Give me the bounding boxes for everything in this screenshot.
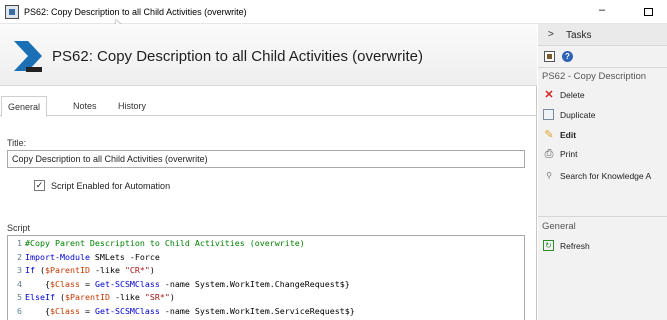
code-token: If xyxy=(25,265,35,275)
code-line: 1 #Copy Parent Description to Child Activ… xyxy=(8,238,305,249)
code-token: $ParentID xyxy=(64,292,110,302)
script-editor[interactable]: 1 #Copy Parent Description to Child Activ… xyxy=(7,235,525,320)
search-icon: ⚲ xyxy=(546,171,552,180)
code-token: $ParentID xyxy=(45,265,90,275)
refresh-icon: ↻ xyxy=(543,240,554,251)
task-delete[interactable]: ✕ Delete xyxy=(538,86,667,104)
line-number: 1 xyxy=(17,238,22,248)
task-label: Duplicate xyxy=(560,110,596,120)
code-token: Get-SCSMClass xyxy=(94,305,160,316)
form-heading: PS62: Copy Description to all Child Acti… xyxy=(52,48,423,65)
script-enabled-checkbox[interactable]: ✓ xyxy=(34,180,45,191)
code-line: 5 ElseIf ($ParentID -like "SR*") xyxy=(8,292,175,303)
code-token: { xyxy=(25,278,50,289)
code-token: -like xyxy=(109,292,145,302)
code-token: Get-SCSMClass xyxy=(94,278,160,289)
tasks-title: Tasks xyxy=(566,30,592,41)
task-search-knowledge[interactable]: ⚲ Search for Knowledge A xyxy=(538,167,667,185)
code-token: -like xyxy=(89,265,125,275)
maximize-button[interactable] xyxy=(644,8,653,16)
task-duplicate[interactable]: Duplicate xyxy=(538,106,667,124)
code-token: $Class xyxy=(49,305,80,316)
line-number: 6 xyxy=(17,305,22,316)
code-token: ) xyxy=(149,265,155,275)
app-icon xyxy=(5,5,19,19)
code-token: ( xyxy=(54,292,65,302)
task-label: Edit xyxy=(560,130,577,140)
task-section-title: PS62 - Copy Description xyxy=(542,71,647,82)
code-line: 6 {$Class = Get-SCSMClass -name System.W… xyxy=(8,306,355,317)
task-label: Delete xyxy=(560,90,585,100)
line-number: 5 xyxy=(17,292,22,302)
general-section-title: General xyxy=(542,221,576,232)
duplicate-icon xyxy=(543,109,554,120)
line-number: 3 xyxy=(17,265,22,275)
code-token: "CR*" xyxy=(124,265,150,275)
toolbar-divider xyxy=(538,67,667,68)
window-titlebar: PS62: Copy Description to all Child Acti… xyxy=(0,0,667,33)
line-number: 2 xyxy=(17,251,22,262)
code-token: ElseIf xyxy=(25,292,55,302)
code-token: $Class xyxy=(49,278,80,289)
help-icon[interactable]: ? xyxy=(562,51,573,62)
task-label: Search for Knowledge A xyxy=(560,171,652,181)
code-token: Import-Module xyxy=(25,251,90,262)
code-token: #Copy Parent Description to Child Activi… xyxy=(25,238,305,248)
tab-history[interactable]: History xyxy=(112,96,152,116)
task-edit[interactable]: ✎ Edit xyxy=(538,126,667,144)
window-title: PS62: Copy Description to all Child Acti… xyxy=(24,7,247,17)
code-token: ) xyxy=(169,292,175,302)
edit-icon: ✎ xyxy=(544,129,554,141)
properties-icon[interactable] xyxy=(544,51,555,62)
powershell-logo-icon xyxy=(14,41,42,72)
code-line: 3 If ($ParentID -like "CR*") xyxy=(8,265,155,276)
code-line: 4 {$Class = Get-SCSMClass -name System.W… xyxy=(8,279,350,290)
minimize-button[interactable]: – xyxy=(592,4,612,20)
line-number: 4 xyxy=(17,278,22,289)
script-label: Script xyxy=(7,223,31,233)
form-area: PS62: Copy Description to all Child Acti… xyxy=(0,24,537,320)
form-tabs: General Notes History xyxy=(0,96,537,117)
task-print[interactable]: ⎙ Print xyxy=(538,145,667,163)
task-refresh[interactable]: ↻ Refresh xyxy=(538,237,667,255)
code-token: -name System.WorkItem.ChangeRequest$} xyxy=(159,278,350,289)
section-divider xyxy=(538,216,667,217)
tasks-pane: > Tasks ? PS62 - Copy Description ✕ Dele… xyxy=(538,24,667,320)
chevron-right-icon: > xyxy=(548,29,554,40)
code-token: { xyxy=(25,305,50,316)
title-field[interactable]: Copy Description to all Child Activities… xyxy=(7,150,525,168)
code-line: 2 Import-Module SMLets -Force xyxy=(8,252,160,263)
code-token: SMLets -Force xyxy=(89,251,160,262)
form-header: PS62: Copy Description to all Child Acti… xyxy=(0,24,537,86)
code-token: = xyxy=(79,305,95,316)
code-token: "SR*" xyxy=(144,292,170,302)
code-token: ( xyxy=(35,265,45,275)
delete-icon: ✕ xyxy=(544,89,554,101)
title-label: Title: xyxy=(7,138,27,148)
script-enabled-label: Script Enabled for Automation xyxy=(51,181,171,191)
code-token: -name System.WorkItem.ServiceRequest$} xyxy=(159,305,355,316)
print-icon: ⎙ xyxy=(544,148,554,160)
tasks-header[interactable]: > Tasks xyxy=(538,24,667,46)
task-label: Refresh xyxy=(560,241,590,251)
code-token: = xyxy=(79,278,95,289)
tab-notes[interactable]: Notes xyxy=(67,96,103,116)
task-label: Print xyxy=(560,149,578,159)
tab-general[interactable]: General xyxy=(1,96,48,117)
